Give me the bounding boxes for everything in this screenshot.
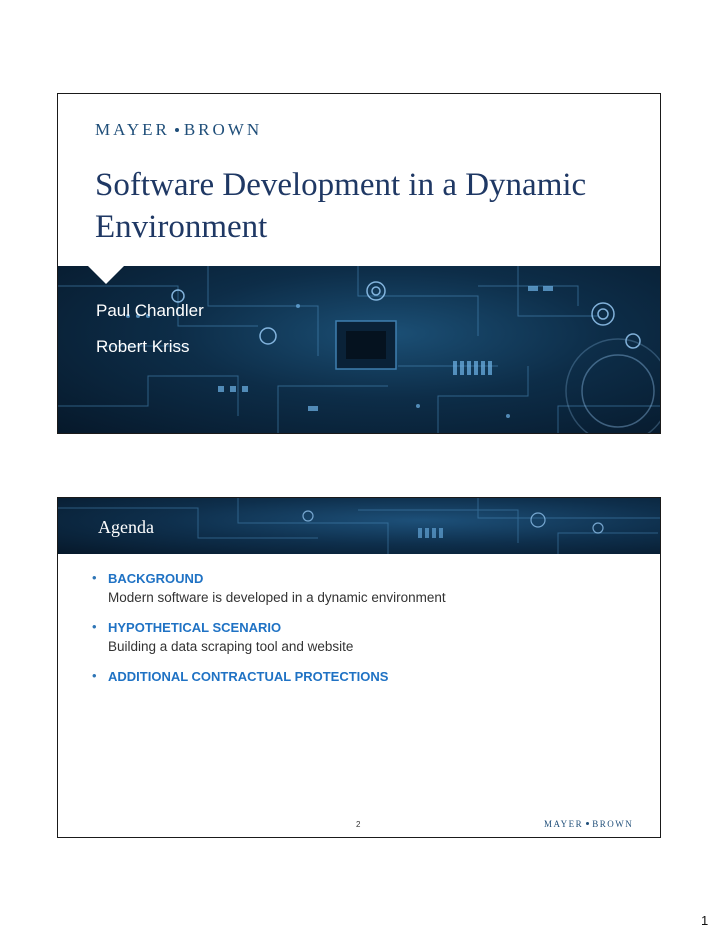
logo-word-right: BROWN [592,819,634,829]
agenda-item: • HYPOTHETICAL SCENARIO Building a data … [88,619,648,656]
bullet-icon: • [92,619,97,634]
agenda-item-heading: ADDITIONAL CONTRACTUAL PROTECTIONS [108,669,389,684]
agenda-heading: Agenda [98,517,154,537]
logo-dot-icon [586,822,590,826]
agenda-item-heading: HYPOTHETICAL SCENARIO [108,620,282,635]
agenda-item-description: Modern software is developed in a dynami… [108,590,446,605]
logo-word-left: MAYER [95,120,170,139]
presenter-name: Robert Kriss [96,337,190,356]
title-slide: MAYER BROWN Software Development in a Dyn… [57,93,661,434]
presenter-name: Paul Chandler [96,301,204,320]
agenda-item-heading: BACKGROUND [108,571,204,586]
bullet-icon: • [92,570,97,585]
presentation-title: Software Development in a Dynamic Enviro… [95,167,587,245]
agenda-slide: Agenda • BACKGROUND Modern software is d… [57,497,661,838]
logo-dot-icon [174,127,179,132]
bullet-icon: • [92,668,97,683]
document-page-number: 1 [701,913,709,928]
mayer-brown-logo: MAYER BROWN [544,819,633,829]
mayer-brown-logo: MAYER BROWN [95,120,262,140]
agenda-item-description: Building a data scraping tool and websit… [108,639,354,654]
logo-word-right: BROWN [183,120,263,139]
slide-page-number: 2 [356,820,361,829]
agenda-header-image: Agenda [58,498,660,554]
logo-word-left: MAYER [544,819,584,829]
agenda-item: • BACKGROUND Modern software is develope… [88,570,648,607]
agenda-list: • BACKGROUND Modern software is develope… [88,570,648,698]
band-notch [88,266,124,284]
agenda-item: • ADDITIONAL CONTRACTUAL PROTECTIONS [88,668,648,686]
